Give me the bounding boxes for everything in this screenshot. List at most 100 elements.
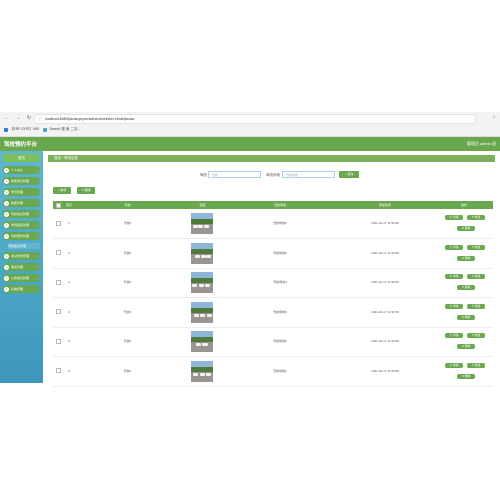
edit-button[interactable]: ✎ 修改 [467,274,485,279]
detail-icon: ⊙ [449,274,453,278]
car-shape [207,313,212,317]
search-input-field[interactable]: 驾校场地 [282,171,335,178]
app-title: 驾校预约平台 [4,142,38,148]
car-shape [203,343,208,346]
notice-icon: ● [4,275,9,281]
checkbox[interactable] [55,368,61,374]
row-checkbox[interactable] [53,298,63,327]
search-input-school[interactable]: 驾校 [208,171,261,178]
edit-button[interactable]: ✎ 修改 [467,362,485,368]
user-icon: ● [4,167,9,173]
sidebar-item-label: 系统管理 [11,287,24,291]
row-checkbox[interactable] [53,268,63,297]
bookmark-icon [43,127,48,132]
row-delete-button[interactable]: ✕ 删除 [457,226,475,231]
car-shape [198,225,203,228]
checkbox[interactable] [55,250,61,256]
row-checkbox[interactable] [53,357,63,386]
chevron-right-icon: › [37,265,38,269]
sidebar-item[interactable]: ● 驾校预约管理 › [3,232,40,240]
table-row: 3 驾校4 驾校场地4 2021-04-17 11:36:59 ⊙ 详情 ✎ 修改 ✕ 删除 [53,268,493,298]
sidebar-item-label: 公告信息管理 [11,276,30,280]
star-icon[interactable]: ☆ [492,114,496,119]
edit-button[interactable]: ✎ 修改 [467,333,485,338]
checkbox[interactable] [55,279,61,285]
booking-icon: ● [4,233,9,239]
checkbox[interactable] [55,220,61,226]
sidebar-item[interactable]: ● 留言管理 › [3,263,40,271]
sidebar-item[interactable]: ● 驾校信息管理 › [3,210,40,218]
edit-button[interactable]: ✎ 修改 [467,244,485,250]
reload-icon[interactable]: ↻ [25,114,33,122]
checkbox[interactable] [55,202,61,208]
row-delete-button[interactable]: ✕ 删除 [457,285,475,290]
address-bar[interactable]: ⓘ localhost:8080/jiaxiaoyuyue/admin/dist… [34,114,476,124]
car-shape [200,313,205,317]
row-checkbox[interactable] [53,327,63,356]
sidebar-item[interactable]: ● 系统管理 › [3,285,40,293]
search-button[interactable]: ⌕ 查询 [339,171,359,178]
detail-icon: ⊙ [449,303,453,308]
detail-button[interactable]: ⊙ 详情 [445,303,463,309]
sidebar-item[interactable]: ● 教练信息管理 › [3,177,40,185]
edit-button[interactable]: ✎ 修改 [467,303,485,309]
row-checkbox[interactable] [53,209,63,238]
row-delete-button[interactable]: ✕ 删除 [457,373,475,379]
cover-image[interactable] [191,360,213,382]
user-name: 管理员 admin [466,141,491,146]
checkbox[interactable] [55,338,61,344]
sidebar-item[interactable]: ● 学员管理 › [3,188,40,196]
delete-button[interactable]: ✕ 删除 [77,187,95,194]
chevron-right-icon: › [37,234,38,238]
detail-button[interactable]: ⊙ 详情 [445,274,463,279]
row-delete-button[interactable]: ✕ 删除 [457,255,475,261]
car-shape [200,372,205,376]
checkbox[interactable] [55,309,61,315]
header-cover: 封面 [199,203,206,207]
sidebar-item[interactable]: ● 教练管理 › [3,199,40,207]
add-button[interactable]: + 新增 [53,187,71,194]
detail-button[interactable]: ⊙ 详情 [445,244,463,250]
row-delete-button-label: 删除 [464,373,471,378]
cell-field: 驾校场地5 [273,250,287,255]
bookmarks-bar: 【ERP-CRS】VIEI Search 搜 索 二次... [0,125,500,134]
breadcrumb-separator: / [61,156,63,160]
edit-button-label: 修改 [474,362,481,367]
back-icon[interactable]: ← [3,114,11,122]
sidebar-home[interactable]: 首页 [3,154,40,162]
sidebar-sub-active[interactable]: 驾校信息管理 [8,243,40,249]
edit-button[interactable]: ✎ 修改 [467,215,485,220]
edit-icon: ✎ [471,244,474,249]
cell-index: 1 [68,221,70,225]
select-all-checkbox[interactable] [53,201,63,209]
bookmark-erp[interactable]: 【ERP-CRS】VIEI [4,127,39,132]
header-actions: 操作 [460,203,467,207]
row-delete-button[interactable]: ✕ 删除 [457,314,475,320]
forward-icon[interactable]: → [14,114,22,122]
sidebar-item[interactable]: ● 公告信息管理 › [3,274,40,282]
cover-image[interactable] [191,213,213,234]
logout-link[interactable]: 退 [492,141,496,146]
edit-button-label: 修改 [474,303,481,308]
bookmark-search[interactable]: Search 搜 索 二次... [43,127,80,132]
header-user[interactable]: 管理员 admin 退 [467,141,496,147]
cover-image[interactable] [191,242,213,264]
cell-time: 2021-04-17 11:36:59 [371,368,399,373]
detail-button[interactable]: ⊙ 详情 [445,333,463,338]
detail-button[interactable]: ⊙ 详情 [445,215,463,220]
cover-image[interactable] [191,272,213,293]
header-time: 添加时间 [378,203,391,207]
row-checkbox[interactable] [53,239,63,268]
cover-image[interactable] [191,331,213,352]
sidebar-item[interactable]: ● 学员报名管理 › [3,221,40,229]
cell-school: 驾校6 [123,221,132,225]
edit-icon: ✎ [471,333,474,337]
car-shape [205,284,210,287]
car-shape [195,254,200,258]
sidebar-item[interactable]: ● 考试安排管理 › [3,252,40,260]
sidebar-item[interactable]: ● 个人中心 › [3,166,40,174]
row-delete-button[interactable]: ✕ 删除 [457,344,475,349]
detail-button[interactable]: ⊙ 详情 [445,362,463,368]
cover-image[interactable] [191,301,213,323]
breadcrumb-home[interactable]: 首页 [54,156,61,160]
